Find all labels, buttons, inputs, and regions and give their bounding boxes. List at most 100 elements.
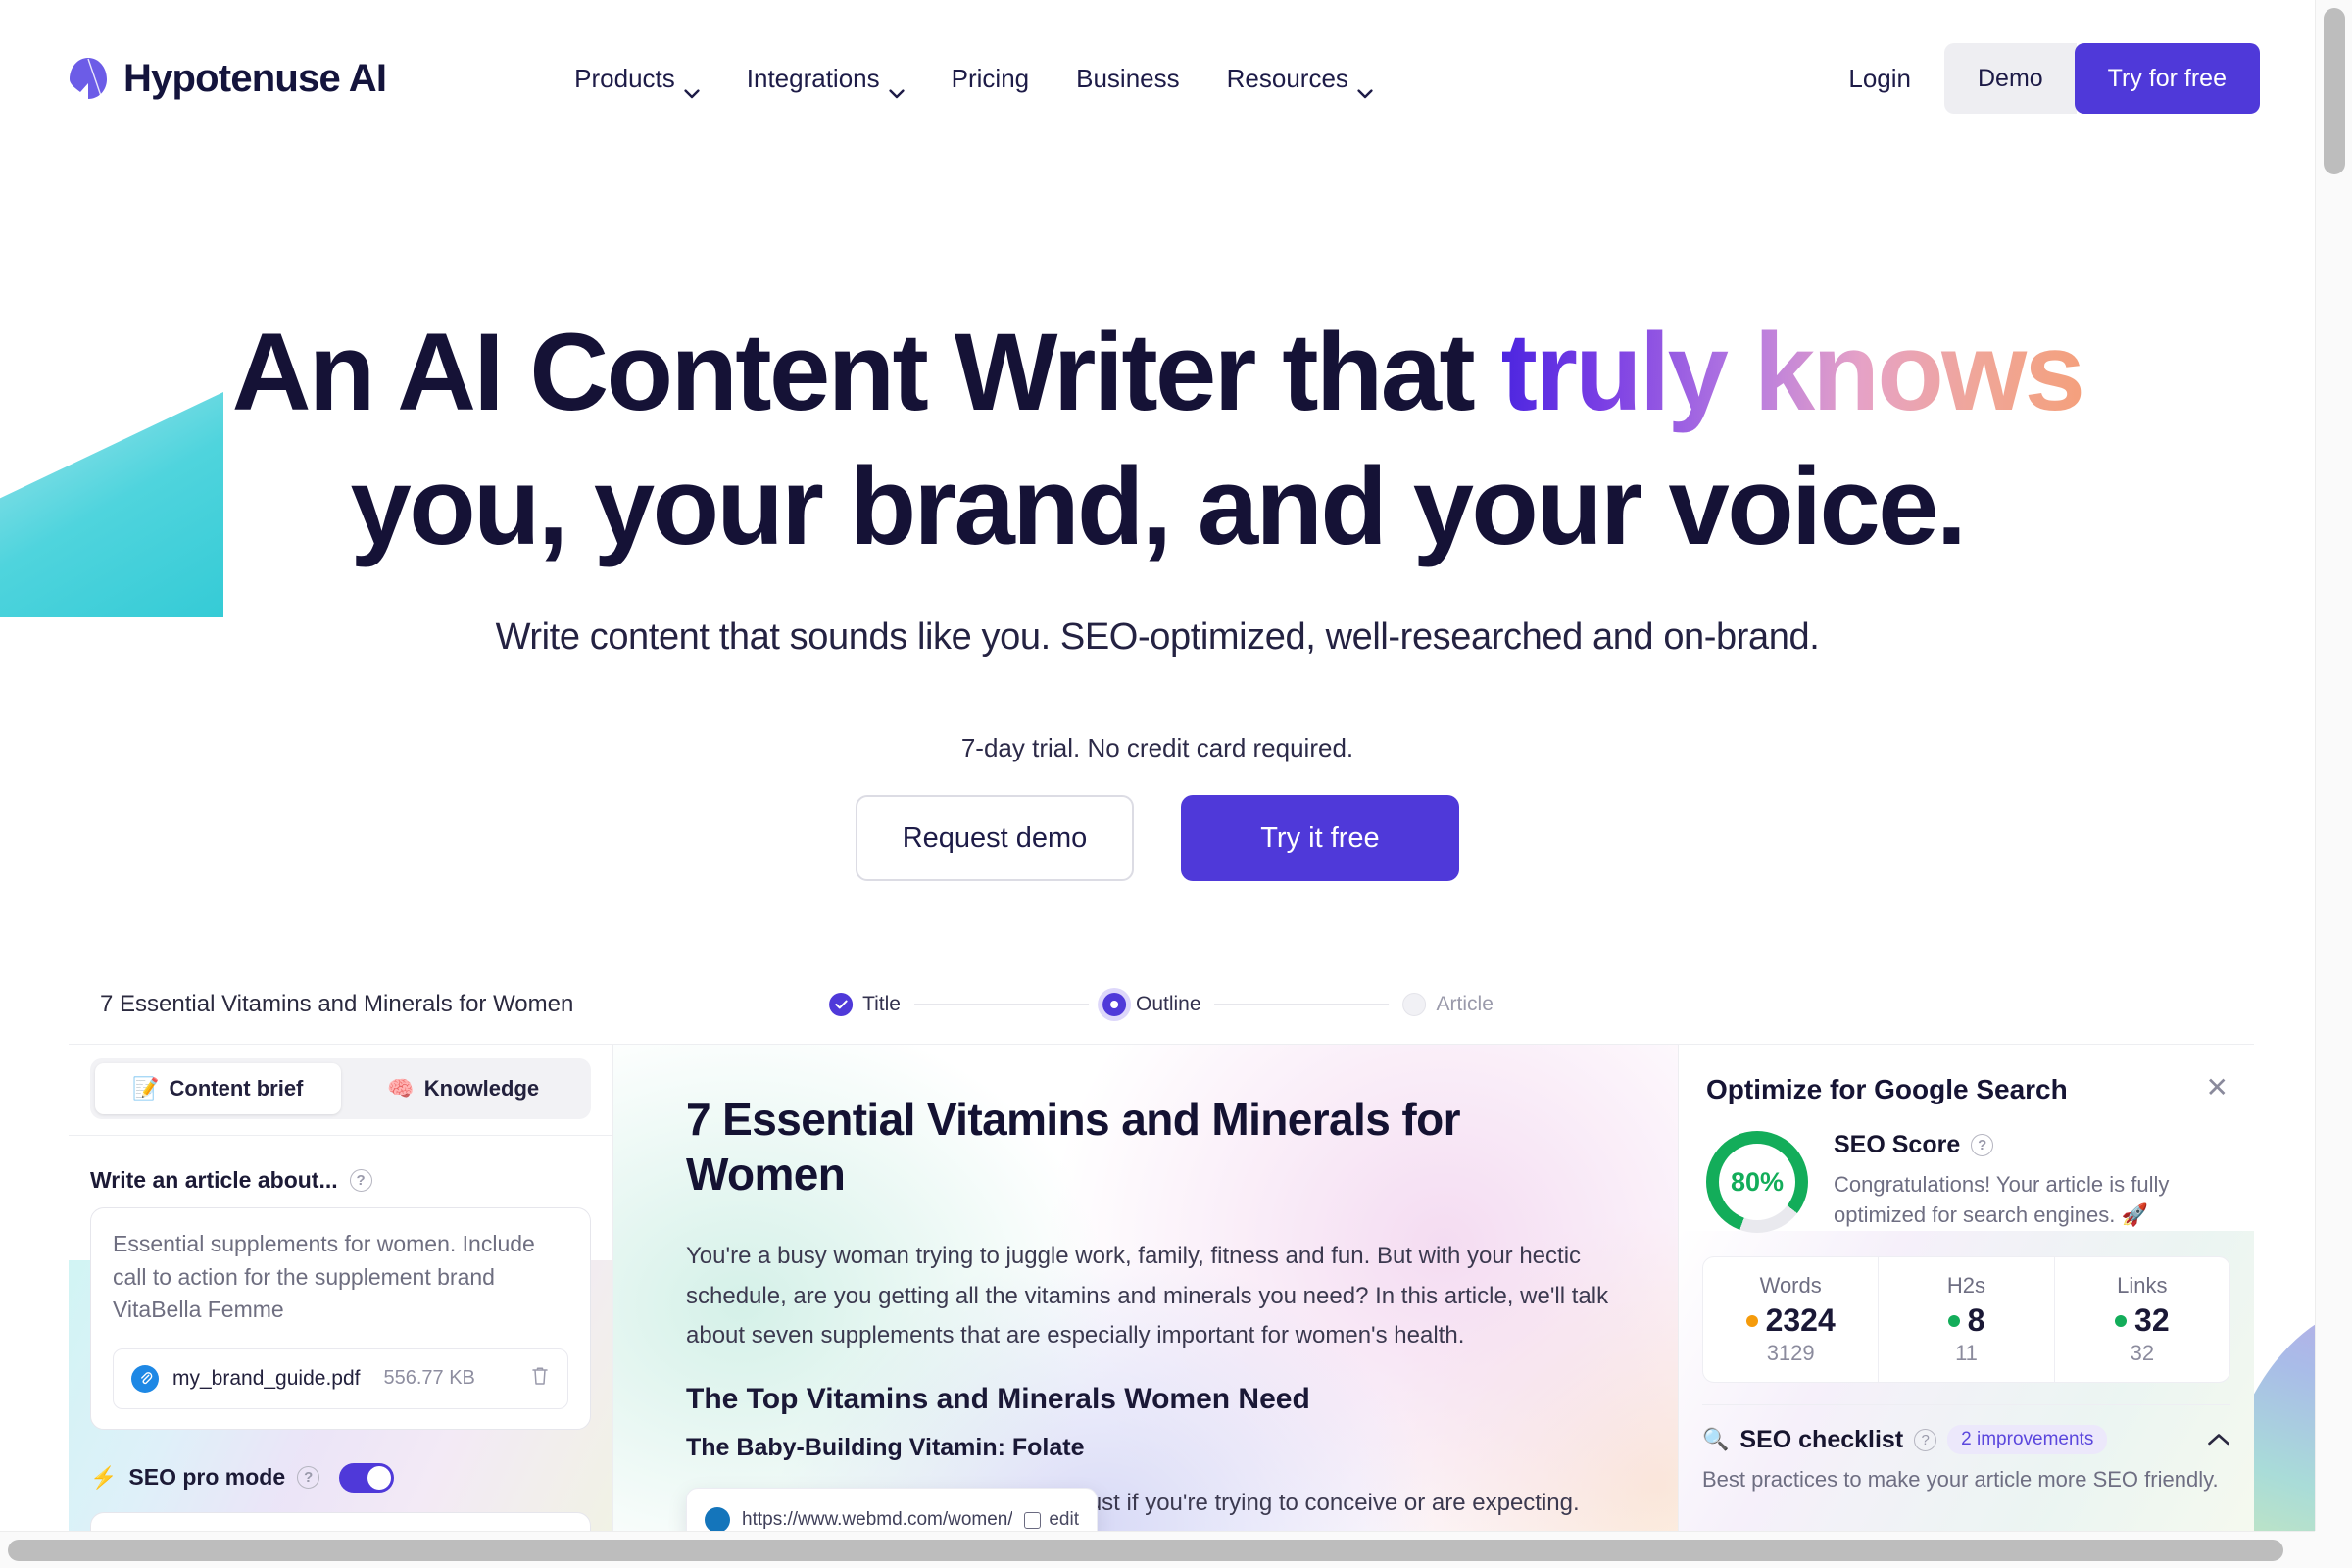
stat-h2s-value-row: 8 [1879,1302,2053,1339]
external-link-icon [1024,1511,1042,1529]
try-it-free-button[interactable]: Try it free [1181,795,1459,882]
step-outline-label: Outline [1136,992,1201,1015]
seo-pro-mode-label: SEO pro mode [128,1464,286,1491]
chevron-down-icon [684,75,700,99]
vertical-scrollbar-thumb[interactable] [2324,8,2345,174]
stat-words-label: Words [1759,1273,1822,1298]
article-editor-panel: 7 Essential Vitamins and Minerals for Wo… [613,1045,1678,1544]
trial-note: 7-day trial. No credit card required. [960,733,1354,763]
seo-checklist-description: Best practices to make your article more… [1702,1467,2219,1492]
question-icon[interactable]: ? [1971,1134,1994,1156]
brief-input-box[interactable]: Essential supplements for women. Include… [90,1207,591,1430]
brief-field-label-row: Write an article about... ? [90,1167,612,1194]
tab-knowledge-label: Knowledge [423,1076,540,1101]
nav-item-integrations[interactable]: Integrations [723,63,928,99]
horizontal-scrollbar[interactable] [0,1531,2315,1568]
seo-stats: Words 2324 3129 H2s 8 11 Links 32 32 [1702,1256,2230,1383]
improvements-badge: 2 improvements [1947,1425,2108,1454]
status-dot-icon [1947,1314,1960,1327]
demo-button[interactable]: Demo [1943,43,2077,114]
stat-h2s-value: 8 [1967,1302,1985,1338]
seo-panel-title: Optimize for Google Search [1706,1074,2068,1104]
stat-h2s-label: H2s [1946,1273,1986,1298]
chevron-up-icon[interactable] [2207,1426,2230,1453]
stat-links-label: Links [2117,1273,2168,1298]
hypotenuse-logo-icon [69,57,108,100]
attachment-size: 556.77 KB [383,1367,475,1390]
step-todo-dot-icon [1402,992,1427,1016]
step-connector [1214,1003,1390,1005]
tooltip-edit-label: edit [1049,1509,1079,1530]
seo-pro-mode-row: ⚡ SEO pro mode ? [90,1462,612,1493]
step-title[interactable]: Title [829,992,901,1016]
tab-content-brief[interactable]: 📝 Content brief [95,1063,341,1114]
nav-item-pricing[interactable]: Pricing [928,64,1053,94]
hero-cta-group: Request demo Try it free [0,795,2315,882]
seo-score-description: Congratulations! Your article is fully o… [1834,1172,2170,1228]
trash-icon[interactable] [530,1365,550,1393]
seo-optimize-panel: Optimize for Google Search ✕ 80% SEO Sco… [1678,1045,2254,1544]
hero-subheadline: Write content that sounds like you. SEO-… [495,616,1820,659]
tooltip-edit-button[interactable]: edit [1024,1509,1079,1531]
article-heading-2: The Top Vitamins and Minerals Women Need [686,1383,1310,1416]
status-dot-icon [1745,1314,1758,1327]
step-current-dot-icon [1102,992,1126,1016]
tab-knowledge[interactable]: 🧠 Knowledge [341,1063,587,1114]
article-content[interactable]: 7 Essential Vitamins and Minerals for Wo… [613,1045,1678,1544]
vertical-scrollbar[interactable] [2315,0,2352,1568]
seo-pro-mode-toggle[interactable] [339,1462,395,1493]
stat-h2s-target: 11 [1955,1341,1978,1365]
nav-item-business-label: Business [1076,63,1180,93]
divider [69,1135,612,1136]
nav-item-pricing-label: Pricing [951,63,1030,93]
document-title: 7 Essential Vitamins and Minerals for Wo… [100,990,574,1017]
nav-item-business[interactable]: Business [1053,64,1203,94]
seo-score-row: 80% SEO Score ? Congratulations! Your ar… [1679,1105,2254,1233]
seo-checklist-title: SEO checklist [1740,1425,1904,1453]
try-for-free-button[interactable]: Try for free [2074,43,2260,114]
step-outline[interactable]: Outline [1102,992,1201,1016]
attachment-name: my_brand_guide.pdf [172,1366,361,1390]
nav-item-products-label: Products [574,63,675,93]
seo-checklist-header[interactable]: 🔍 SEO checklist ? 2 improvements [1702,1425,2230,1454]
brand-name: Hypotenuse AI [123,56,387,100]
nav-item-products[interactable]: Products [551,63,723,99]
close-icon[interactable]: ✕ [2206,1074,2229,1102]
scrollbar-corner [2315,1531,2352,1568]
question-icon[interactable]: ? [349,1169,372,1192]
top-navigation: Hypotenuse AI Products Integrations Pric… [0,0,2315,157]
login-link[interactable]: Login [1815,64,1944,94]
brief-tabs: 📝 Content brief 🧠 Knowledge [90,1058,591,1119]
seo-panel-header: Optimize for Google Search ✕ [1679,1045,2254,1105]
step-connector [914,1003,1089,1005]
seo-checklist: 🔍 SEO checklist ? 2 improvements Best pr… [1702,1404,2230,1494]
nav-item-integrations-label: Integrations [746,63,880,93]
article-intro-paragraph: You're a busy woman trying to juggle wor… [686,1243,1609,1348]
headline-line1-plain: An AI Content Writer that [231,311,1501,433]
content-brief-panel: 📝 Content brief 🧠 Knowledge Write an art… [69,1045,613,1544]
horizontal-scrollbar-thumb[interactable] [8,1540,2283,1561]
seo-score-label: SEO Score [1834,1131,1961,1158]
paperclip-icon [131,1364,159,1393]
question-icon[interactable]: ? [297,1466,320,1490]
stat-links-value-row: 32 [2055,1302,2230,1339]
hero-section: An AI Content Writer that truly knows yo… [0,157,2315,882]
stat-h2s: H2s 8 11 [1879,1257,2055,1382]
brief-input-value: Essential supplements for women. Include… [113,1231,535,1323]
stat-words-target: 3129 [1766,1341,1815,1365]
tab-content-brief-label: Content brief [169,1076,304,1101]
nav-item-resources[interactable]: Resources [1203,64,1396,99]
chevron-down-icon [1357,75,1373,99]
nav-links: Products Integrations Pricing Business R… [551,63,1396,99]
tooltip-url: https://www.webmd.com/women/essential [742,1509,1013,1530]
step-article[interactable]: Article [1402,992,1494,1016]
request-demo-button[interactable]: Request demo [856,795,1134,882]
lightning-icon: ⚡ [90,1464,118,1490]
question-icon[interactable]: ? [1914,1428,1937,1451]
brand-logo[interactable]: Hypotenuse AI [69,56,387,101]
chevron-down-icon [889,75,905,99]
favicon-icon [705,1507,730,1533]
attachment-chip[interactable]: my_brand_guide.pdf 556.77 KB [113,1348,568,1409]
magnifier-icon: 🔍 [1702,1427,1730,1451]
step-progress: Title Outline Article [829,992,1494,1016]
